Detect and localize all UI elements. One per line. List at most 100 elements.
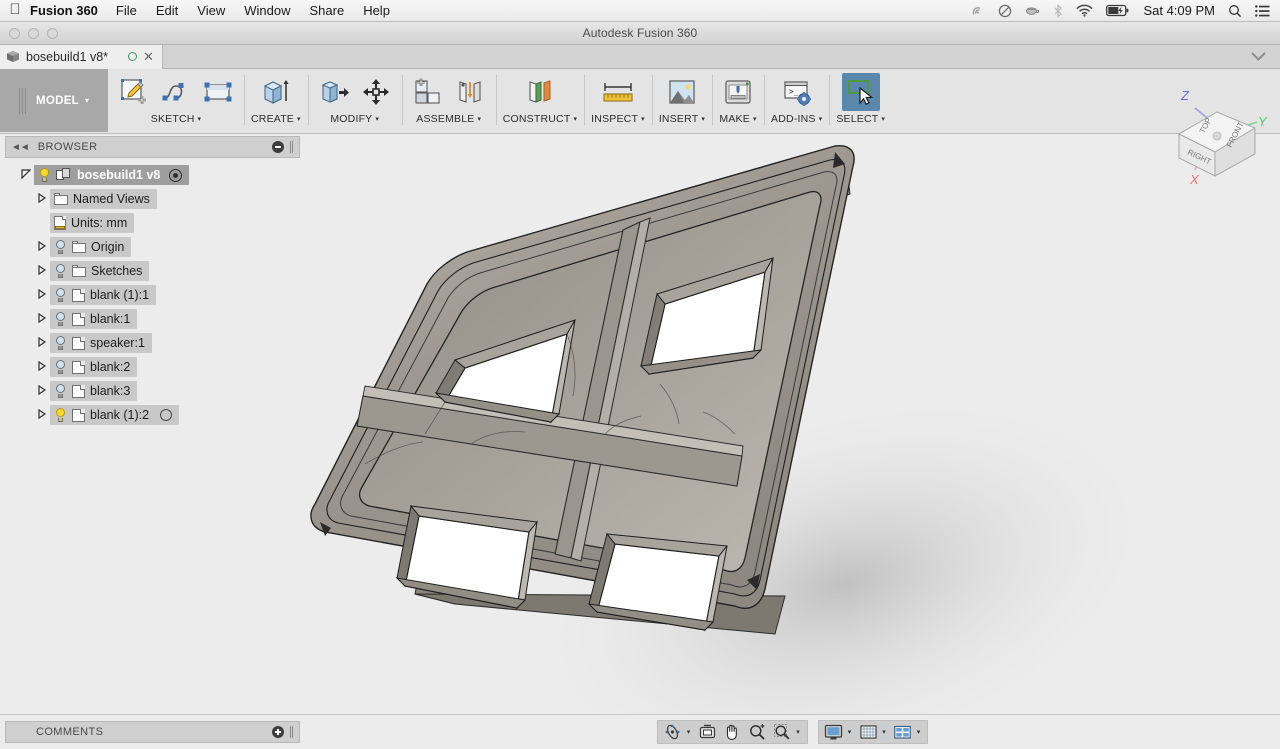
mac-menu-window[interactable]: Window [244,3,290,18]
visibility-bulb-icon[interactable] [54,336,67,350]
insert-image-icon[interactable] [663,73,701,111]
tree-row-origin[interactable]: Origin [0,235,305,259]
ribbon-group-label[interactable]: CONSTRUCT ▾ [503,113,577,125]
viewport-layout-icon[interactable] [892,721,914,743]
visibility-bulb-icon[interactable] [54,264,67,278]
tree-row-sketches[interactable]: Sketches [0,259,305,283]
notification-list-icon[interactable] [1255,4,1270,17]
ribbon-group-label[interactable]: CREATE ▾ [251,113,301,125]
mac-menu-share[interactable]: Share [309,3,344,18]
close-icon[interactable]: ✕ [143,50,154,63]
zoom-icon[interactable] [746,721,768,743]
chevron-down-icon[interactable]: ▾ [848,728,852,736]
look-at-icon[interactable] [696,721,718,743]
hollow-circle-icon[interactable] [160,409,173,421]
comments-panel-header[interactable]: COMMENTS [5,721,300,743]
mac-menu-view[interactable]: View [197,3,225,18]
new-component-icon[interactable] [409,73,447,111]
visibility-bulb-icon[interactable] [54,288,67,302]
tree-row-named-views[interactable]: Named Views [0,187,305,211]
mac-menu-edit[interactable]: Edit [156,3,178,18]
collapse-left-icon[interactable]: ◄◄ [11,142,30,153]
tree-row-blank-1-1[interactable]: blank (1):1 [0,283,305,307]
orbit-icon[interactable] [662,721,684,743]
measure-icon[interactable] [599,73,637,111]
offset-plane-icon[interactable] [521,73,559,111]
tree-row-blank-1[interactable]: blank:1 [0,307,305,331]
tree-row-speaker-1[interactable]: speaker:1 [0,331,305,355]
grid-snaps-icon[interactable] [857,721,879,743]
chevron-down-icon[interactable]: ▾ [687,728,691,736]
visibility-bulb-icon[interactable] [54,240,67,254]
mac-active-app-name[interactable]: Fusion 360 [30,3,98,18]
caffeine-cup-icon[interactable] [1025,4,1040,18]
airplay-icon[interactable] [971,4,985,18]
ribbon-group-label[interactable]: SELECT ▾ [836,113,885,125]
pan-hand-icon[interactable] [721,721,743,743]
resize-grip-icon[interactable] [290,726,294,738]
search-icon[interactable] [1228,4,1242,18]
chevron-down-icon[interactable]: ▾ [796,728,800,736]
view-cube[interactable]: Z Y X TOP RIGHT FRONT [1157,72,1277,192]
chevron-down-icon[interactable] [1251,49,1266,64]
expand-arrow-icon[interactable] [34,240,50,253]
3d-print-icon[interactable] [719,73,757,111]
sketch-rectangle-icon[interactable] [199,73,237,111]
expand-arrow-icon[interactable] [34,192,50,205]
chevron-down-icon[interactable]: ▾ [917,728,921,736]
move-copy-icon[interactable] [357,73,395,111]
tree-row-blank-2[interactable]: blank:2 [0,355,305,379]
visibility-bulb-icon[interactable] [38,168,51,182]
create-sketch-icon[interactable] [115,73,153,111]
scripts-addins-icon[interactable]: >_ [778,73,816,111]
tree-row-bosebuild1[interactable]: bosebuild1 v8 [0,163,305,187]
expand-arrow-icon[interactable] [34,288,50,301]
document-tab-bosebuild1[interactable]: bosebuild1 v8* ✕ [0,44,163,69]
circle-minus-icon[interactable] [272,141,284,153]
mac-clock[interactable]: Sat 4:09 PM [1143,3,1215,18]
3d-viewport-canvas[interactable]: Z Y X TOP RIGHT FRONT [305,88,1280,715]
speaker-grille-model[interactable] [305,134,1280,715]
press-pull-icon[interactable] [315,73,353,111]
mac-menu-file[interactable]: File [116,3,137,18]
expand-arrow-icon[interactable] [34,312,50,325]
visibility-bulb-icon[interactable] [54,384,67,398]
expand-arrow-icon[interactable] [34,384,50,397]
visibility-bulb-icon[interactable] [54,360,67,374]
ribbon-group-label[interactable]: INSERT ▾ [659,113,705,125]
dropbox-icon[interactable] [998,4,1012,18]
mac-menu-help[interactable]: Help [363,3,390,18]
chevron-down-icon[interactable]: ▾ [882,728,886,736]
expand-arrow-icon[interactable] [34,408,50,421]
ribbon-group-label[interactable]: MODIFY ▾ [330,113,379,125]
apple-icon[interactable]:  [0,2,30,19]
circle-plus-icon[interactable] [272,726,284,738]
select-window-icon[interactable] [841,73,880,111]
tree-row-units[interactable]: Units: mm [0,211,305,235]
visibility-bulb-icon[interactable] [54,408,67,422]
display-settings-icon[interactable] [823,721,845,743]
ribbon-group-label[interactable]: ADD-INS ▾ [771,113,822,125]
target-icon[interactable] [169,168,183,182]
resize-grip-icon[interactable] [290,141,294,153]
bluetooth-icon[interactable] [1053,3,1063,18]
tree-row-blank-3[interactable]: blank:3 [0,379,305,403]
battery-charging-icon[interactable] [1106,4,1130,17]
ribbon-group-label[interactable]: INSPECT ▾ [591,113,645,125]
extrude-icon[interactable] [257,73,295,111]
workspace-selector-model[interactable]: MODEL ▾ [0,69,108,132]
ribbon-group-label[interactable]: MAKE ▾ [719,113,756,125]
joint-icon[interactable] [451,73,489,111]
tree-row-blank-1-2[interactable]: blank (1):2 [0,403,305,427]
expand-arrow-icon[interactable] [34,336,50,349]
wifi-icon[interactable] [1076,4,1093,17]
expand-arrow-icon[interactable] [18,169,34,181]
fit-icon[interactable] [771,721,793,743]
ribbon-group-label[interactable]: SKETCH ▾ [151,113,202,125]
view-cube-pivot[interactable] [1212,131,1222,141]
ribbon-group-label[interactable]: ASSEMBLE ▾ [416,113,481,125]
sync-circle-icon[interactable] [128,52,138,61]
expand-arrow-icon[interactable] [34,264,50,277]
sketch-spline-icon[interactable] [157,73,195,111]
visibility-bulb-icon[interactable] [54,312,67,326]
